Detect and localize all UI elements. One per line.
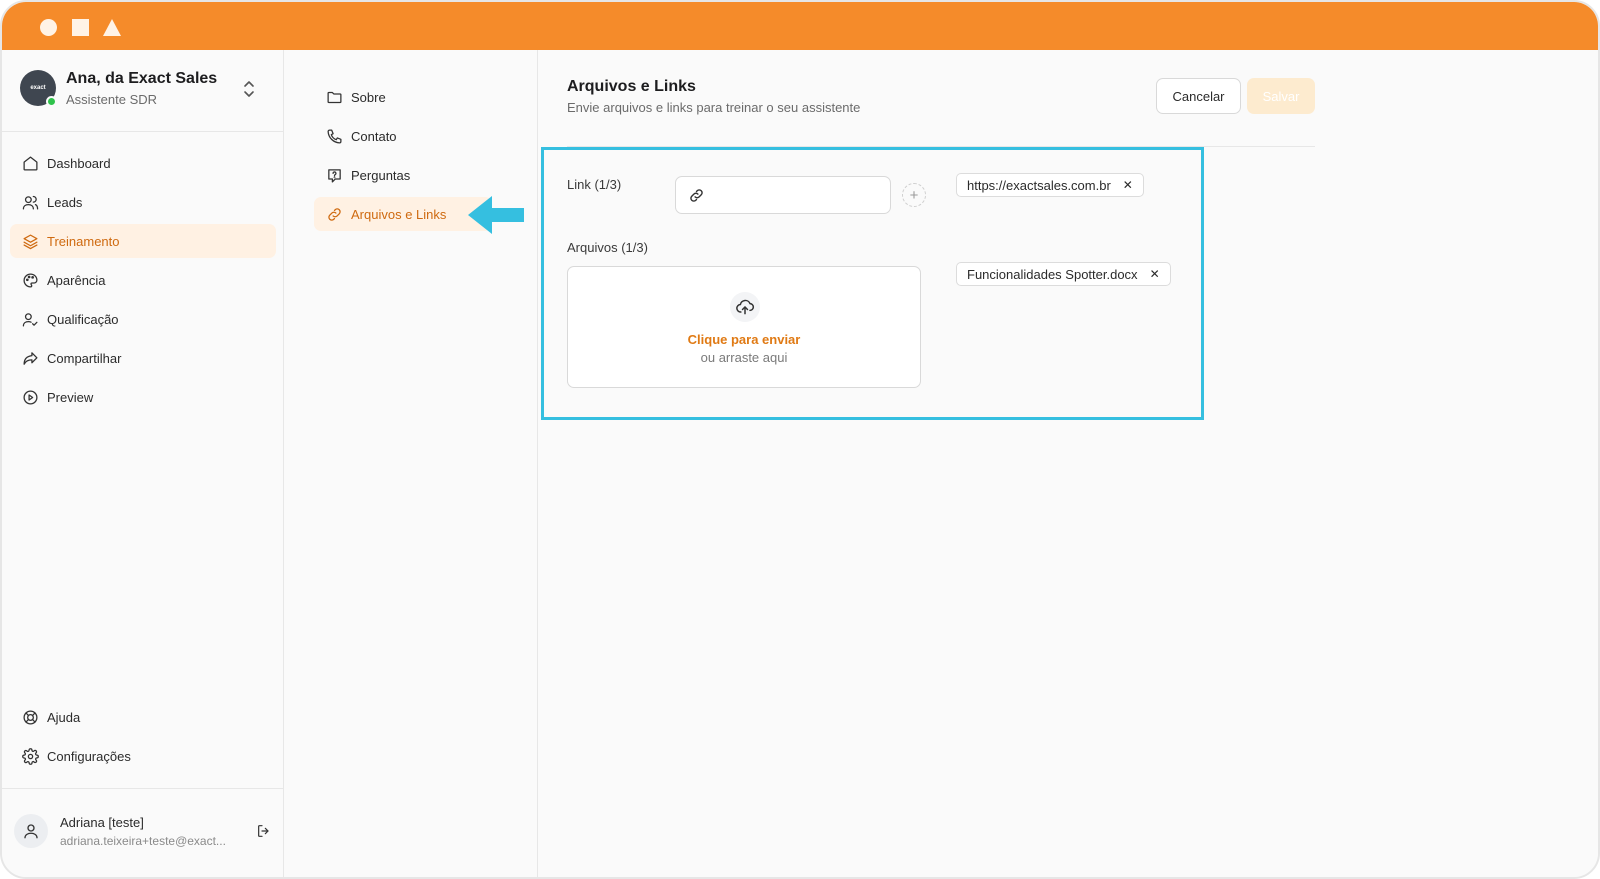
sidebar-item-label: Qualificação [47,311,119,327]
sidebar-item-preview[interactable]: Preview [10,380,276,414]
play-circle-icon [23,389,38,405]
sidebar-item-label: Compartilhar [47,350,122,366]
sidebar-item-compartilhar[interactable]: Compartilhar [10,341,276,375]
lifebuoy-icon [23,709,38,725]
sidebar-item-qualificacao[interactable]: Qualificação [10,302,276,336]
sidebar-item-treinamento[interactable]: Treinamento [10,224,276,258]
file-dropzone[interactable]: Clique para enviar ou arraste aqui [567,266,921,388]
add-link-button[interactable]: + [902,183,926,207]
subnav-item-label: Perguntas [351,167,411,183]
sidebar-item-ajuda[interactable]: Ajuda [10,700,276,734]
files-label: Arquivos (1/3) [567,240,648,255]
users-icon [22,195,39,210]
online-status-dot [46,96,57,107]
link-icon [690,189,703,202]
layers-icon [23,233,38,249]
link-icon [328,207,341,221]
subnav-item-contato[interactable]: Contato [314,119,492,153]
file-tag: Funcionalidades Spotter.docx ✕ [956,262,1171,286]
logout-icon[interactable] [256,823,272,839]
remove-link-icon[interactable]: ✕ [1123,178,1133,192]
sidebar-item-configuracoes[interactable]: Configurações [10,739,276,773]
phone-icon [327,128,342,144]
sidebar-item-label: Dashboard [47,155,111,171]
palette-icon [23,272,38,288]
pointer-arrow-icon [468,196,524,234]
upload-drag-hint: ou arraste aqui [700,350,788,365]
sidebar: exact Ana, da Exact Sales Assistente SDR… [2,50,284,877]
square-icon[interactable] [72,19,89,36]
sidebar-divider [2,788,284,789]
user-avatar[interactable] [14,814,48,848]
sidebar-item-label: Configurações [47,748,131,764]
subnav-item-label: Sobre [351,89,386,105]
subnav-item-label: Contato [351,128,397,144]
sidebar-item-label: Aparência [47,272,106,288]
app-window: exact Ana, da Exact Sales Assistente SDR… [0,0,1600,879]
user-icon [24,824,38,839]
upload-click-link[interactable]: Clique para enviar [568,332,920,347]
remove-file-icon[interactable]: ✕ [1150,267,1160,281]
link-tag-label: https://exactsales.com.br [967,177,1111,193]
user-email: adriana.teixeira+teste@exact... [60,834,226,848]
link-label: Link (1/3) [567,177,622,192]
save-button[interactable]: Salvar [1247,78,1315,114]
assistant-role: Assistente SDR [66,92,158,107]
main-content: Arquivos e Links Envie arquivos e links … [539,50,1598,877]
subnav-item-sobre[interactable]: Sobre [314,80,492,114]
link-input[interactable] [675,176,891,214]
subnav-item-label: Arquivos e Links [351,206,447,222]
sidebar-item-label: Ajuda [47,709,81,725]
sidebar-item-dashboard[interactable]: Dashboard [10,146,276,180]
subnav-item-perguntas[interactable]: Perguntas [314,158,492,192]
cloud-upload-icon [730,292,760,322]
link-tag: https://exactsales.com.br ✕ [956,173,1144,197]
home-icon [23,155,38,171]
cancel-button[interactable]: Cancelar [1156,78,1241,114]
circle-icon[interactable] [40,19,57,36]
sidebar-item-label: Leads [47,194,83,210]
title-bar [2,2,1598,50]
share-icon [23,351,38,365]
triangle-icon[interactable] [103,19,121,36]
folder-icon [327,91,342,103]
assistant-switcher[interactable]: exact Ana, da Exact Sales Assistente SDR [2,50,284,132]
user-check-icon [22,312,38,327]
sidebar-item-aparencia[interactable]: Aparência [10,263,276,297]
file-tag-label: Funcionalidades Spotter.docx [967,266,1138,282]
page-subtitle: Envie arquivos e links para treinar o se… [567,100,861,115]
sidebar-item-label: Treinamento [47,233,120,249]
assistant-name: Ana, da Exact Sales [66,70,218,87]
page-title: Arquivos e Links [567,78,696,95]
avatar-text: exact [30,85,46,91]
chevron-up-down-icon[interactable] [242,80,256,98]
sidebar-item-leads[interactable]: Leads [10,185,276,219]
training-subnav: Sobre Contato Perguntas Arquivos e Links [284,50,538,877]
question-icon [328,168,341,183]
gear-icon [22,747,39,765]
user-name: Adriana [teste] [60,815,144,830]
sidebar-item-label: Preview [47,389,94,405]
